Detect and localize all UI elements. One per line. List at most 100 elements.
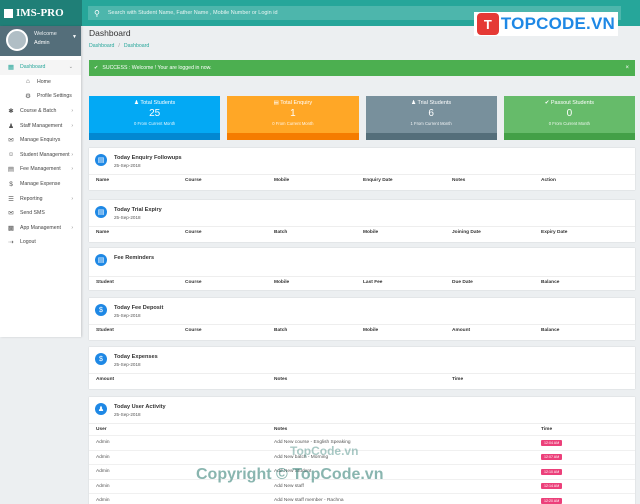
cell-user: Admin — [96, 498, 110, 504]
column-header: Mobile — [363, 328, 379, 333]
user-profile[interactable]: Welcome Admin ▼ — [0, 26, 81, 56]
watermark-small: TopCode.vn — [290, 444, 359, 458]
time-badge: 12:10 AM — [541, 468, 563, 475]
breadcrumb-dashboard[interactable]: Dashboard — [89, 43, 114, 49]
column-header: Name — [96, 178, 110, 183]
sidebar-item-label: App Management — [20, 224, 61, 231]
column-header: Notes — [274, 427, 288, 432]
panel-date: 25-Sep-2018 — [114, 215, 141, 220]
sidebar-item-manage-expense[interactable]: $ Manage Expense — [0, 177, 81, 192]
stat-card-total-enquiry[interactable]: ▤ Total Enquiry 1 0 From Current Month — [227, 96, 359, 140]
breadcrumb-separator: / — [118, 43, 120, 49]
calendar-icon: ▤ — [95, 206, 107, 218]
column-header: Name — [96, 230, 110, 235]
column-header: Course — [185, 328, 202, 333]
panel-expenses: $ Today Expenses 25-Sep-2018 Amount Note… — [89, 347, 635, 389]
column-header: Enquiry Date — [363, 178, 393, 183]
column-header: Balance — [541, 328, 560, 333]
dollar-icon: $ — [95, 304, 107, 316]
column-header: Balance — [541, 280, 560, 285]
calendar-icon: ▤ — [95, 254, 107, 266]
sidebar-item-home[interactable]: ⌂ Home — [0, 75, 81, 90]
sidebar-item-profile-settings[interactable]: ⚙ Profile Settings — [0, 89, 81, 104]
check-icon: ✔ — [94, 65, 99, 71]
stat-sub: 1 From Current Month — [410, 121, 452, 126]
stat-card-passout-students[interactable]: ✔ Passout Students 0 0 From Current Mont… — [503, 96, 635, 140]
stat-value: 6 — [428, 108, 434, 119]
sidebar-item-label: Logout — [20, 239, 36, 246]
column-header: Amount — [452, 328, 471, 333]
column-header: Student — [96, 328, 114, 333]
panel-title: Today User Activity — [114, 404, 166, 410]
stat-card-trial-students[interactable]: ♟ Trial Students 6 1 From Current Month — [365, 96, 497, 140]
fee-icon: ▤ — [7, 166, 15, 174]
sidebar-item-logout[interactable]: ⇢ Logout — [0, 235, 81, 250]
sidebar-item-staff-management[interactable]: ♟ Staff Management › — [0, 118, 81, 133]
panel-title: Today Expenses — [114, 354, 158, 360]
watermark: Copyright © TopCode.vn — [196, 466, 384, 483]
enquiry-icon: ✉ — [8, 137, 14, 145]
sidebar-item-label: Manage Expense — [20, 181, 61, 188]
stat-footer — [503, 133, 635, 140]
column-header: Notes — [274, 377, 288, 382]
app-icon: ▩ — [7, 224, 15, 232]
panel-fee-deposit: $ Today Fee Deposit 25-Sep-2018 Student … — [89, 298, 635, 340]
sidebar-item-student-management[interactable]: ☺ Student Management › — [0, 148, 81, 163]
stat-label: Total Enquiry — [280, 100, 313, 106]
panel-title: Today Trial Expiry — [114, 207, 162, 213]
table-header: Student Course Batch Mobile Amount Balan… — [89, 324, 635, 336]
stat-footer — [89, 133, 221, 140]
column-header: Expiry Date — [541, 230, 568, 235]
sidebar-item-fee-management[interactable]: ▤ Fee Management › — [0, 162, 81, 177]
column-header: Time — [541, 427, 553, 432]
cell-notes: Add New staff member - Rachna — [274, 498, 344, 504]
chevron-right-icon: › — [71, 224, 73, 231]
home-icon: ⌂ — [26, 78, 30, 86]
cell-user: Admin — [96, 440, 110, 446]
column-header: Mobile — [274, 280, 290, 285]
column-header: Batch — [274, 230, 288, 235]
table-row: Admin Add New staff member - Rachna 12:2… — [89, 493, 635, 504]
table-row: Admin Add New course - English Speaking … — [89, 435, 635, 450]
panel-enquiry-followups: ▤ Today Enquiry Followups 25-Sep-2018 Na… — [89, 148, 635, 190]
logout-icon: ⇢ — [8, 239, 14, 247]
column-header: Mobile — [274, 178, 290, 183]
time-badge: 12:04 AM — [541, 439, 563, 446]
stat-sub: 0 From Current Month — [548, 121, 590, 126]
avatar — [6, 29, 28, 51]
profile-caret-icon[interactable]: ▼ — [72, 34, 77, 40]
calendar-icon: ▤ — [95, 154, 107, 166]
sidebar-item-label: Course & Batch — [20, 108, 57, 115]
panel-date: 25-Sep-2018 — [114, 362, 141, 367]
column-header: Course — [185, 178, 202, 183]
search-placeholder: Search with Student Name, Father Name , … — [107, 10, 278, 16]
app-logo[interactable]: IMS-PRO — [0, 0, 82, 26]
dashboard-icon: ▦ — [7, 64, 15, 72]
sidebar-item-reporting[interactable]: ☰ Reporting › — [0, 191, 81, 206]
table-header: Name Course Batch Mobile Joining Date Ex… — [89, 226, 635, 238]
column-header: Batch — [274, 328, 288, 333]
sidebar-item-dashboard[interactable]: ▦ Dashboard ⌄ — [0, 60, 81, 75]
stat-value: 0 — [566, 108, 573, 119]
stat-value: 25 — [149, 108, 161, 119]
breadcrumb-current[interactable]: Dashboard — [124, 43, 149, 49]
sidebar-item-label: Staff Management — [20, 122, 63, 129]
close-icon[interactable]: × — [625, 65, 629, 71]
column-header: Time — [452, 377, 464, 382]
column-header: Course — [185, 230, 202, 235]
table-header: User Notes Time — [89, 423, 635, 435]
batch-icon: ✱ — [8, 108, 14, 116]
column-header: Amount — [96, 377, 115, 382]
cell-notes: Add New staff — [274, 483, 304, 489]
students-icon: ☺ — [7, 151, 15, 159]
sidebar-item-app-management[interactable]: ▩ App Management › — [0, 221, 81, 236]
sidebar-item-manage-enquirys[interactable]: ✉ Manage Enquirys — [0, 133, 81, 148]
table-header: Name Course Mobile Enquiry Date Notes Ac… — [89, 174, 635, 186]
stat-card-total-students[interactable]: ♟ Total Students 25 0 From Current Month — [89, 96, 221, 140]
sidebar-item-course-batch[interactable]: ✱ Course & Batch › — [0, 104, 81, 119]
time-badge: 12:07 AM — [541, 454, 563, 461]
app-logo-text: IMS-PRO — [16, 7, 64, 19]
sidebar-nav: ▦ Dashboard ⌄ ⌂ Home ⚙ Profile Settings … — [0, 56, 81, 250]
sidebar-item-send-sms[interactable]: ✉ Send SMS — [0, 206, 81, 221]
report-icon: ☰ — [8, 195, 14, 203]
